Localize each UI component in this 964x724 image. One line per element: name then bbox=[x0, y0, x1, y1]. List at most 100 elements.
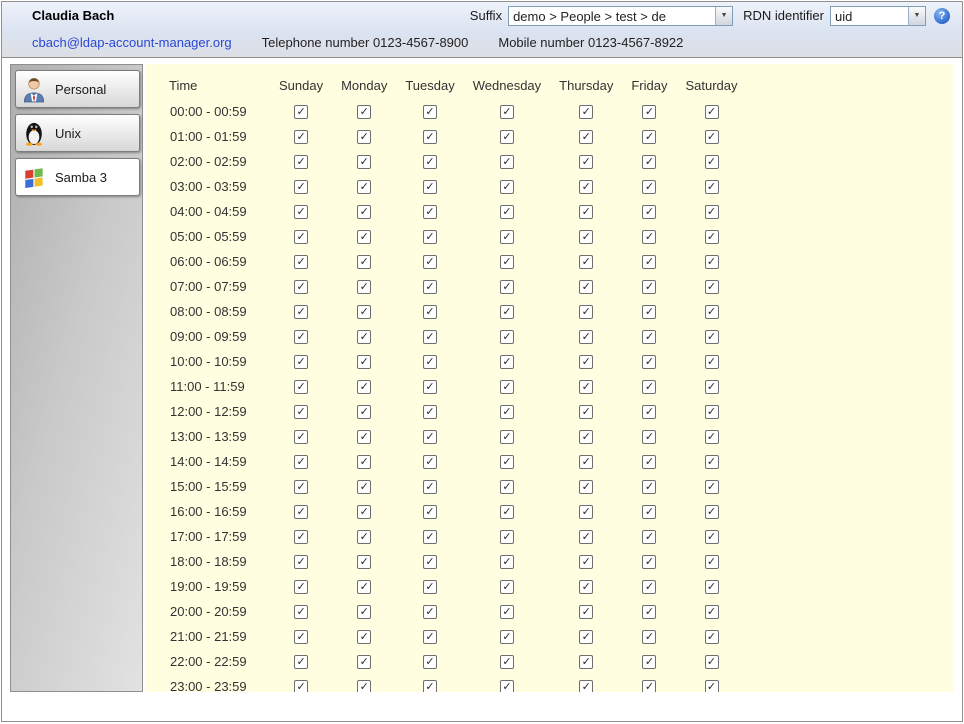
day-checkbox[interactable]: ✓ bbox=[357, 455, 371, 469]
day-checkbox[interactable]: ✓ bbox=[642, 530, 656, 544]
day-checkbox[interactable]: ✓ bbox=[423, 530, 437, 544]
day-checkbox[interactable]: ✓ bbox=[579, 405, 593, 419]
day-checkbox[interactable]: ✓ bbox=[579, 230, 593, 244]
day-checkbox[interactable]: ✓ bbox=[423, 280, 437, 294]
day-checkbox[interactable]: ✓ bbox=[642, 180, 656, 194]
day-checkbox[interactable]: ✓ bbox=[642, 580, 656, 594]
day-checkbox[interactable]: ✓ bbox=[500, 280, 514, 294]
day-checkbox[interactable]: ✓ bbox=[579, 180, 593, 194]
day-checkbox[interactable]: ✓ bbox=[357, 105, 371, 119]
day-checkbox[interactable]: ✓ bbox=[642, 480, 656, 494]
help-icon[interactable]: ? bbox=[934, 8, 950, 24]
day-checkbox[interactable]: ✓ bbox=[579, 580, 593, 594]
day-checkbox[interactable]: ✓ bbox=[294, 430, 308, 444]
day-checkbox[interactable]: ✓ bbox=[357, 305, 371, 319]
day-checkbox[interactable]: ✓ bbox=[357, 155, 371, 169]
day-checkbox[interactable]: ✓ bbox=[500, 480, 514, 494]
day-checkbox[interactable]: ✓ bbox=[642, 230, 656, 244]
day-checkbox[interactable]: ✓ bbox=[294, 130, 308, 144]
day-checkbox[interactable]: ✓ bbox=[500, 380, 514, 394]
day-checkbox[interactable]: ✓ bbox=[642, 305, 656, 319]
day-checkbox[interactable]: ✓ bbox=[705, 680, 719, 692]
day-checkbox[interactable]: ✓ bbox=[357, 580, 371, 594]
day-checkbox[interactable]: ✓ bbox=[423, 655, 437, 669]
day-checkbox[interactable]: ✓ bbox=[579, 680, 593, 692]
day-checkbox[interactable]: ✓ bbox=[500, 130, 514, 144]
day-checkbox[interactable]: ✓ bbox=[642, 680, 656, 692]
day-checkbox[interactable]: ✓ bbox=[294, 605, 308, 619]
day-checkbox[interactable]: ✓ bbox=[705, 555, 719, 569]
day-checkbox[interactable]: ✓ bbox=[357, 180, 371, 194]
day-checkbox[interactable]: ✓ bbox=[294, 580, 308, 594]
day-checkbox[interactable]: ✓ bbox=[705, 305, 719, 319]
day-checkbox[interactable]: ✓ bbox=[705, 530, 719, 544]
day-checkbox[interactable]: ✓ bbox=[705, 505, 719, 519]
day-checkbox[interactable]: ✓ bbox=[579, 630, 593, 644]
day-checkbox[interactable]: ✓ bbox=[423, 505, 437, 519]
day-checkbox[interactable]: ✓ bbox=[423, 355, 437, 369]
day-checkbox[interactable]: ✓ bbox=[294, 230, 308, 244]
day-checkbox[interactable]: ✓ bbox=[642, 555, 656, 569]
day-checkbox[interactable]: ✓ bbox=[357, 255, 371, 269]
day-checkbox[interactable]: ✓ bbox=[705, 355, 719, 369]
day-checkbox[interactable]: ✓ bbox=[579, 330, 593, 344]
day-checkbox[interactable]: ✓ bbox=[423, 405, 437, 419]
day-checkbox[interactable]: ✓ bbox=[642, 155, 656, 169]
day-checkbox[interactable]: ✓ bbox=[500, 405, 514, 419]
day-checkbox[interactable]: ✓ bbox=[294, 630, 308, 644]
tab-samba3[interactable]: Samba 3 bbox=[15, 158, 140, 196]
day-checkbox[interactable]: ✓ bbox=[423, 330, 437, 344]
day-checkbox[interactable]: ✓ bbox=[705, 655, 719, 669]
day-checkbox[interactable]: ✓ bbox=[423, 480, 437, 494]
day-checkbox[interactable]: ✓ bbox=[579, 555, 593, 569]
day-checkbox[interactable]: ✓ bbox=[642, 330, 656, 344]
day-checkbox[interactable]: ✓ bbox=[579, 605, 593, 619]
day-checkbox[interactable]: ✓ bbox=[500, 555, 514, 569]
day-checkbox[interactable]: ✓ bbox=[705, 205, 719, 219]
day-checkbox[interactable]: ✓ bbox=[357, 430, 371, 444]
day-checkbox[interactable]: ✓ bbox=[705, 130, 719, 144]
day-checkbox[interactable]: ✓ bbox=[642, 130, 656, 144]
day-checkbox[interactable]: ✓ bbox=[642, 105, 656, 119]
day-checkbox[interactable]: ✓ bbox=[579, 130, 593, 144]
day-checkbox[interactable]: ✓ bbox=[500, 230, 514, 244]
day-checkbox[interactable]: ✓ bbox=[423, 630, 437, 644]
day-checkbox[interactable]: ✓ bbox=[357, 655, 371, 669]
day-checkbox[interactable]: ✓ bbox=[705, 430, 719, 444]
day-checkbox[interactable]: ✓ bbox=[294, 330, 308, 344]
day-checkbox[interactable]: ✓ bbox=[500, 530, 514, 544]
day-checkbox[interactable]: ✓ bbox=[705, 230, 719, 244]
day-checkbox[interactable]: ✓ bbox=[705, 255, 719, 269]
tab-personal[interactable]: Personal bbox=[15, 70, 140, 108]
day-checkbox[interactable]: ✓ bbox=[705, 180, 719, 194]
day-checkbox[interactable]: ✓ bbox=[294, 105, 308, 119]
day-checkbox[interactable]: ✓ bbox=[642, 405, 656, 419]
tab-unix[interactable]: Unix bbox=[15, 114, 140, 152]
day-checkbox[interactable]: ✓ bbox=[705, 380, 719, 394]
day-checkbox[interactable]: ✓ bbox=[579, 155, 593, 169]
day-checkbox[interactable]: ✓ bbox=[294, 555, 308, 569]
day-checkbox[interactable]: ✓ bbox=[705, 480, 719, 494]
day-checkbox[interactable]: ✓ bbox=[357, 605, 371, 619]
day-checkbox[interactable]: ✓ bbox=[423, 680, 437, 692]
day-checkbox[interactable]: ✓ bbox=[357, 130, 371, 144]
day-checkbox[interactable]: ✓ bbox=[705, 605, 719, 619]
day-checkbox[interactable]: ✓ bbox=[642, 505, 656, 519]
day-checkbox[interactable]: ✓ bbox=[642, 280, 656, 294]
day-checkbox[interactable]: ✓ bbox=[294, 155, 308, 169]
day-checkbox[interactable]: ✓ bbox=[500, 605, 514, 619]
day-checkbox[interactable]: ✓ bbox=[642, 630, 656, 644]
day-checkbox[interactable]: ✓ bbox=[357, 630, 371, 644]
day-checkbox[interactable]: ✓ bbox=[423, 555, 437, 569]
day-checkbox[interactable]: ✓ bbox=[705, 455, 719, 469]
day-checkbox[interactable]: ✓ bbox=[294, 655, 308, 669]
day-checkbox[interactable]: ✓ bbox=[294, 180, 308, 194]
day-checkbox[interactable]: ✓ bbox=[500, 155, 514, 169]
day-checkbox[interactable]: ✓ bbox=[500, 180, 514, 194]
day-checkbox[interactable]: ✓ bbox=[579, 280, 593, 294]
day-checkbox[interactable]: ✓ bbox=[500, 330, 514, 344]
day-checkbox[interactable]: ✓ bbox=[423, 230, 437, 244]
day-checkbox[interactable]: ✓ bbox=[294, 205, 308, 219]
day-checkbox[interactable]: ✓ bbox=[705, 155, 719, 169]
day-checkbox[interactable]: ✓ bbox=[579, 105, 593, 119]
